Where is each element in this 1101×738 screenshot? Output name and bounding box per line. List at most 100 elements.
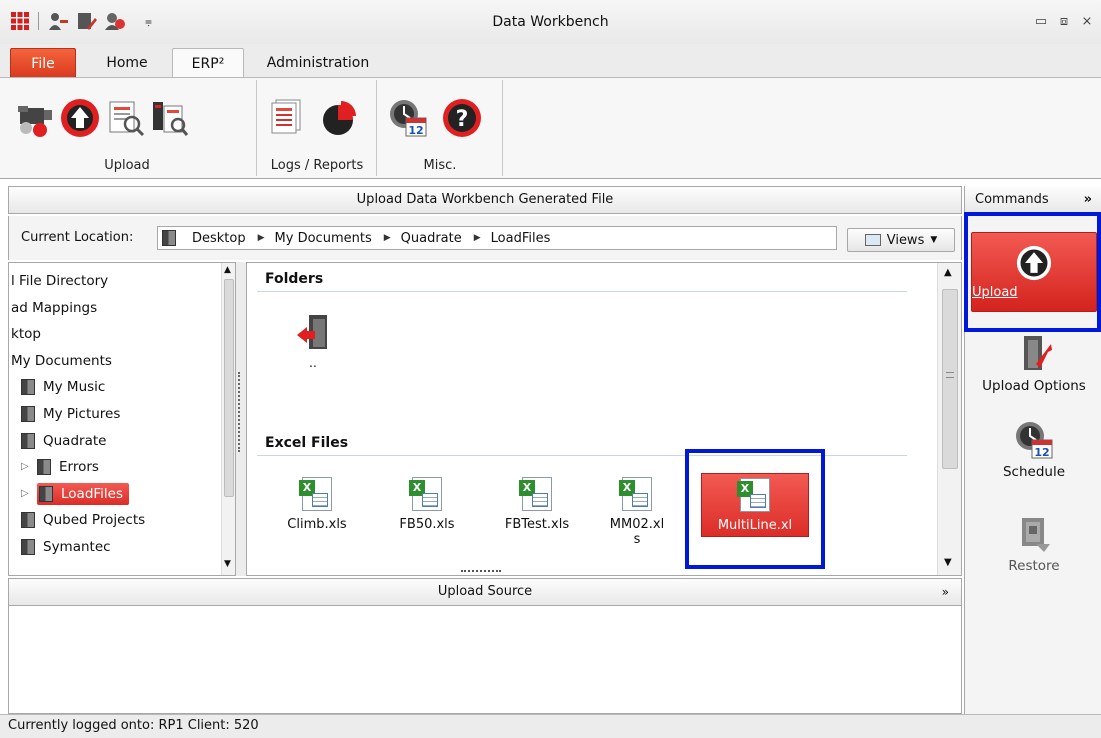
tree-item[interactable]: My Documents [11, 350, 112, 372]
excel-file-item[interactable]: X MM02.xls [597, 477, 677, 547]
upload-options-command[interactable]: Upload Options [971, 334, 1097, 394]
tab-administration[interactable]: Administration [256, 48, 380, 78]
restore-label: Restore [1008, 558, 1060, 574]
ribbon-separator [256, 80, 257, 176]
tree-item-label: LoadFiles [61, 485, 124, 502]
ribbon: Upload Logs / Reports 12 ? Misc. [0, 77, 1101, 179]
file-browser[interactable]: Folders .. Excel Files X Climb.xls X FB5… [246, 262, 962, 576]
title-bar: ⩦ Data Workbench ▭ ⧈ ⨯ [0, 0, 1101, 44]
tree-item-label: My Documents [11, 352, 112, 369]
schedule-command[interactable]: 12 Schedule [971, 420, 1097, 480]
files-scrollbar[interactable]: ▲ ▼ [937, 263, 961, 575]
window-title: Data Workbench [492, 14, 609, 30]
folder-icon [162, 230, 176, 246]
views-button[interactable]: Views ▼ [847, 228, 955, 252]
tree-scroll-thumb[interactable] [224, 279, 234, 497]
expand-arrow-icon[interactable]: ▷ [21, 456, 31, 478]
selection-highlight [685, 449, 825, 569]
folder-icon [39, 485, 53, 502]
tree-scrollbar[interactable]: ▲ ▼ [221, 263, 235, 575]
breadcrumb-quadrate[interactable]: Quadrate [401, 231, 462, 246]
scroll-down-icon[interactable]: ▼ [944, 557, 952, 568]
tree-item[interactable]: ad Mappings [11, 297, 97, 319]
excel-file-item[interactable]: X FB50.xls [377, 477, 477, 532]
tree-item[interactable]: l File Directory [11, 270, 108, 292]
tree-item[interactable]: ▷ LoadFiles [21, 482, 130, 505]
tree-item-label: Qubed Projects [43, 512, 146, 529]
pane-splitter[interactable] [236, 262, 246, 576]
tree-item[interactable]: ktop [11, 323, 41, 345]
ribbon-group-misc-label: Misc. [423, 158, 457, 173]
tab-file[interactable]: File [10, 48, 76, 78]
scroll-up-icon[interactable]: ▲ [224, 265, 231, 275]
calendar-clock-icon[interactable]: 12 [388, 98, 428, 138]
chevron-down-icon: ▼ [930, 235, 938, 245]
scroll-down-icon[interactable]: ▼ [224, 559, 231, 569]
scroll-up-icon[interactable]: ▲ [944, 267, 952, 278]
restore-command[interactable]: Restore [971, 514, 1097, 574]
tab-home[interactable]: Home [94, 48, 160, 78]
folder-icon [21, 539, 35, 555]
tree-item-label: ktop [11, 326, 41, 343]
tree-item[interactable]: Quadrate [21, 430, 106, 452]
expand-icon[interactable]: » [1084, 186, 1092, 214]
grip-icon [946, 372, 954, 378]
breadcrumb[interactable]: Desktop ▶ My Documents ▶ Quadrate ▶ Load… [157, 226, 837, 250]
views-label: Views [886, 232, 925, 248]
breadcrumb-loadfiles[interactable]: LoadFiles [491, 231, 551, 246]
folder-wrench-icon [1024, 336, 1052, 370]
tree-item-label: My Music [43, 379, 106, 396]
folder-icon [21, 379, 35, 396]
ribbon-separator [376, 80, 377, 176]
schedule-label: Schedule [1002, 464, 1066, 480]
parent-folder-item[interactable]: .. [293, 313, 333, 369]
status-text: Currently logged onto: RP1 Client: 520 [8, 718, 259, 733]
panel-header: Upload Data Workbench Generated File [8, 186, 962, 214]
video-camera-icon[interactable] [16, 98, 56, 138]
collapse-icon[interactable]: » [942, 579, 949, 605]
breadcrumb-my-documents[interactable]: My Documents [275, 231, 372, 246]
excel-file-icon: X [409, 477, 442, 511]
splitter-grip [238, 372, 242, 452]
chevron-right-icon: ▶ [473, 233, 481, 243]
search-document-icon[interactable] [106, 98, 146, 138]
location-label: Current Location: [21, 230, 134, 245]
folder-tree[interactable]: l File Directory ad Mappings ktop My Docume… [8, 262, 236, 576]
tree-item[interactable]: My Music [21, 376, 105, 398]
commands-header: Commands » [965, 186, 1101, 214]
files-scroll-thumb[interactable] [942, 289, 958, 469]
minimize-icon[interactable]: ▭ [1030, 14, 1052, 34]
tree-item[interactable]: Symantec [21, 536, 111, 558]
tree-item[interactable]: My Pictures [21, 403, 120, 425]
tab-erp2[interactable]: ERP² [172, 48, 244, 78]
tree-item-label: Quadrate [43, 432, 107, 449]
tree-item-label: l File Directory [11, 273, 109, 289]
breadcrumb-desktop[interactable]: Desktop [192, 231, 246, 246]
help-icon[interactable]: ? [442, 98, 482, 138]
tree-item-label: My Pictures [43, 406, 121, 422]
restore-icon [1022, 518, 1050, 552]
search-list-icon[interactable] [150, 98, 190, 138]
ribbon-separator [502, 80, 503, 176]
close-icon[interactable]: ⨯ [1076, 14, 1098, 34]
parent-folder-label: .. [309, 356, 317, 370]
pie-chart-icon[interactable] [318, 98, 358, 138]
resize-grip [461, 570, 501, 573]
tree-item[interactable]: Qubed Projects [21, 509, 145, 531]
excel-section-title: Excel Files [265, 435, 349, 451]
ribbon-tabs: File Home ERP² Administration [0, 44, 1101, 78]
tree-item[interactable]: ▷ Errors [21, 456, 99, 478]
upload-arrow-icon[interactable] [60, 98, 100, 138]
excel-file-icon: X [619, 477, 652, 511]
svg-text:12: 12 [408, 124, 423, 137]
svg-text:?: ? [456, 107, 469, 132]
excel-file-item[interactable]: X Climb.xls [267, 477, 367, 532]
upload-source-body [8, 606, 962, 714]
folder-icon [21, 512, 35, 529]
excel-file-item[interactable]: X FBTest.xls [487, 477, 587, 532]
restore-icon[interactable]: ⧈ [1053, 14, 1075, 34]
upload-source-header[interactable]: Upload Source » [8, 578, 962, 606]
location-row: Current Location: Desktop ▶ My Documents… [8, 216, 962, 260]
report-document-icon[interactable] [266, 98, 306, 138]
expand-arrow-icon[interactable]: ▷ [21, 483, 31, 505]
